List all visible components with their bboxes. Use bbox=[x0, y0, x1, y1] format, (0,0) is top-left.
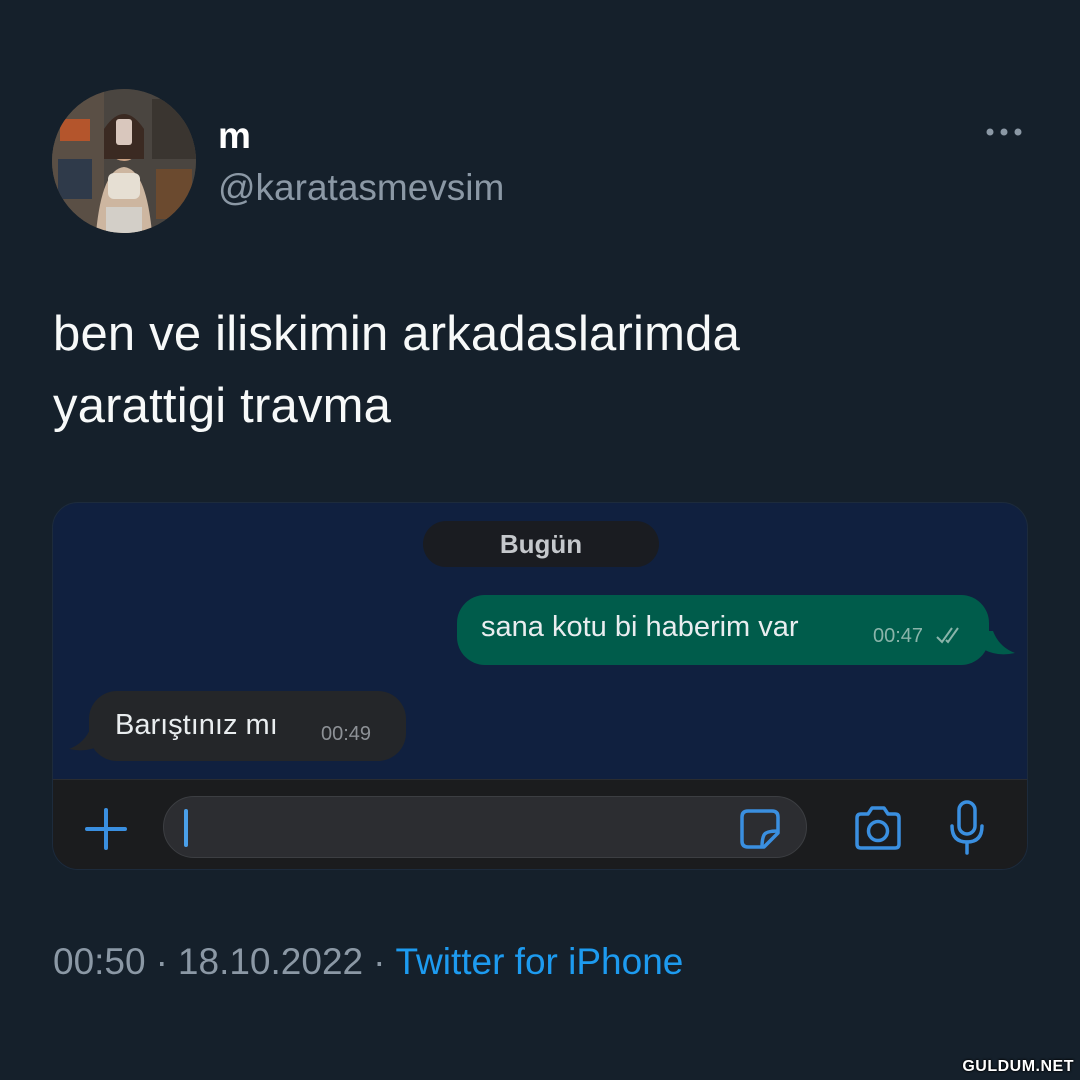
tweet-text-line: ben ve iliskimin arkadaslarimda bbox=[53, 307, 741, 361]
microphone-icon[interactable] bbox=[947, 798, 987, 858]
text-caret bbox=[184, 809, 188, 847]
separator: · bbox=[155, 941, 168, 982]
chat-date-pill: Bugün bbox=[423, 521, 659, 567]
plus-icon[interactable] bbox=[81, 804, 131, 854]
sticker-icon[interactable] bbox=[738, 807, 782, 851]
tweet-source-link[interactable]: Twitter for iPhone bbox=[395, 941, 683, 982]
message-text: Barıştınız mı bbox=[115, 709, 278, 741]
watermark: GULDUM.NET bbox=[962, 1058, 1074, 1075]
more-horizontal-icon[interactable] bbox=[984, 120, 1024, 144]
separator: · bbox=[373, 941, 386, 982]
message-input[interactable] bbox=[163, 796, 807, 858]
message-composer bbox=[53, 779, 1027, 869]
tweet-media-chat-screenshot[interactable]: Bugün sana kotu bi haberim var 00:47 Bar… bbox=[52, 502, 1028, 870]
message-time: 00:47 bbox=[873, 625, 924, 647]
tweet-text-line: yarattigi travma bbox=[53, 379, 392, 433]
tweet-date[interactable]: 18.10.2022 bbox=[178, 941, 363, 982]
outgoing-message[interactable]: sana kotu bi haberim var 00:47 bbox=[457, 595, 989, 665]
message-text: sana kotu bi haberim var bbox=[481, 611, 799, 643]
tweet: m @karatasmevsim ben ve iliskimin arkada… bbox=[0, 0, 1080, 1080]
camera-icon[interactable] bbox=[851, 804, 905, 852]
double-check-icon bbox=[936, 627, 959, 644]
message-time: 00:49 bbox=[321, 723, 372, 745]
avatar-photo bbox=[52, 89, 196, 233]
tweet-time[interactable]: 00:50 bbox=[53, 941, 146, 982]
avatar[interactable] bbox=[52, 89, 196, 233]
user-handle[interactable]: @karatasmevsim bbox=[218, 166, 504, 210]
incoming-message[interactable]: Barıştınız mı 00:49 bbox=[89, 691, 406, 761]
tweet-text: ben ve iliskimin arkadaslarimda yarattig… bbox=[53, 298, 1033, 442]
tweet-metadata: 00:50 · 18.10.2022 · Twitter for iPhone bbox=[53, 936, 683, 988]
display-name[interactable]: m bbox=[218, 114, 251, 158]
